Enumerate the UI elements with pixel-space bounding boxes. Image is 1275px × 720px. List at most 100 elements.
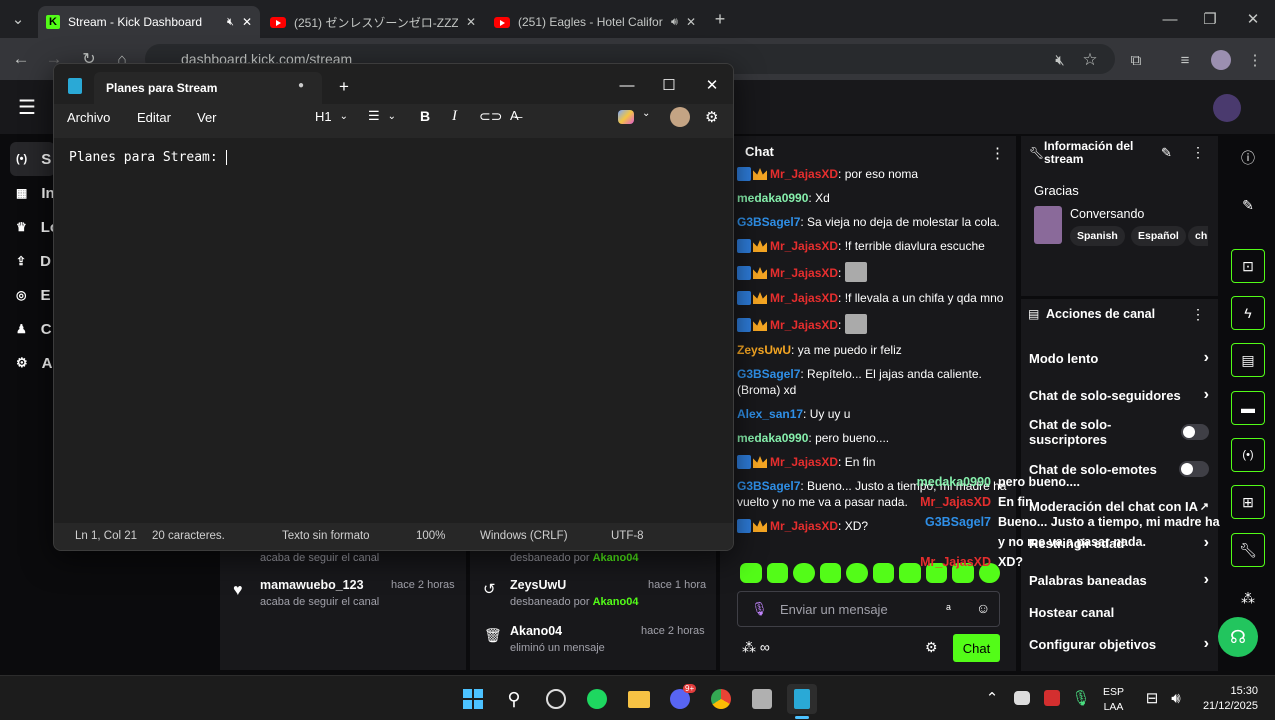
tray-app-icon[interactable] [1044, 690, 1060, 706]
account-avatar[interactable] [670, 107, 690, 127]
chat-username[interactable]: Mr_JajasXD [770, 291, 838, 305]
translate-icon[interactable]: ᵃ [946, 601, 951, 616]
activity-user[interactable]: mamawuebo_123 [260, 578, 364, 592]
support-headset-button[interactable]: ☊ [1218, 617, 1258, 657]
start-button[interactable] [458, 684, 488, 714]
tag-chip[interactable]: Español [1131, 226, 1186, 246]
action-goals[interactable]: Configurar objetivos › [1029, 629, 1209, 659]
chat-username[interactable]: Mr_JajasXD [770, 266, 838, 280]
clock[interactable]: 15:30 21/12/2025 [1198, 684, 1258, 714]
bookmark-star-icon[interactable]: ☆ [1080, 50, 1100, 70]
apps-dots-icon[interactable]: ⁂ [1238, 588, 1258, 608]
keyboard-language[interactable]: ESP LAA [1103, 685, 1124, 715]
sidebar-item-extensions[interactable]: ◎ E [0, 278, 60, 312]
edit-icon[interactable]: ✎ [1238, 195, 1258, 215]
network-icon[interactable]: ⊟ [1143, 689, 1161, 707]
chat-username[interactable]: ZeysUwU [737, 343, 791, 357]
chat-username[interactable]: medaka0990 [737, 431, 808, 445]
menu-edit[interactable]: Editar [137, 110, 171, 125]
chat-username[interactable]: Mr_JajasXD [770, 318, 838, 332]
status-line-ending[interactable]: Windows (CRLF) [480, 530, 568, 542]
sidebar-item-stream[interactable]: (•) S [10, 142, 55, 176]
tag-chip[interactable]: Spanish [1070, 226, 1125, 246]
rail-chat-button[interactable]: ▬ [1231, 391, 1265, 425]
chat-username[interactable]: Mr_JajasXD [770, 455, 838, 469]
rail-broadcast-button[interactable]: (•) [1231, 438, 1265, 472]
taskbar-explorer-button[interactable] [624, 684, 654, 714]
taskbar-app-button[interactable] [747, 684, 777, 714]
chat-username[interactable]: G3BSagel7 [737, 215, 800, 229]
tab-close-icon[interactable]: ✕ [466, 15, 476, 29]
edit-pencil-icon[interactable]: ✎ [1161, 145, 1172, 161]
emote-icon[interactable] [846, 563, 868, 583]
tab-kick-dashboard[interactable]: K Stream - Kick Dashboard 🔇︎ ✕ [38, 6, 260, 38]
emote-icon[interactable] [872, 563, 894, 583]
volume-icon[interactable]: 🔊︎ [1167, 689, 1185, 707]
profile-avatar[interactable] [1211, 50, 1231, 70]
tag-chip[interactable]: ch [1188, 226, 1208, 246]
chat-options-icon[interactable]: ⋮ [990, 144, 1005, 162]
rail-quick-actions-button[interactable]: ϟ [1231, 296, 1265, 330]
back-button[interactable]: ← [10, 49, 32, 69]
clear-format-button[interactable]: A̶ [510, 108, 519, 123]
tray-overflow-icon[interactable]: ⌃ [983, 689, 1001, 707]
emote-icon[interactable] [766, 563, 788, 583]
channel-actions-options-icon[interactable]: ⋮ [1191, 306, 1205, 323]
info-icon[interactable]: ⓘ [1238, 148, 1258, 168]
chat-image-emote[interactable] [844, 262, 867, 282]
chat-username[interactable]: G3BSagel7 [737, 367, 800, 381]
tab-audio-icon[interactable]: 🔊︎ [671, 16, 678, 29]
action-slow-mode[interactable]: Modo lento › [1029, 343, 1209, 373]
chat-settings-gear-icon[interactable]: ⚙ [925, 639, 938, 656]
menu-view[interactable]: Ver [197, 110, 217, 125]
tray-discord-icon[interactable] [1014, 691, 1030, 705]
tab-muted-icon[interactable]: 🔇︎ [227, 16, 234, 29]
taskbar-discord-button[interactable]: 9+ [665, 684, 697, 714]
italic-button[interactable]: I [452, 108, 457, 125]
user-avatar[interactable] [1213, 94, 1241, 122]
unsaved-dot-icon[interactable]: ● [298, 80, 304, 91]
window-minimize-button[interactable]: — [1160, 10, 1180, 28]
taskbar-chrome-button[interactable] [706, 684, 736, 714]
taskbar-search-button[interactable]: ⚲ [499, 684, 529, 714]
list-dropdown[interactable]: ☰ ⌄ [368, 108, 396, 124]
extensions-icon[interactable]: ⧉ [1126, 50, 1146, 70]
notepad-close-button[interactable]: ✕ [702, 75, 722, 95]
copilot-chevron-icon[interactable]: ⌄ [642, 108, 650, 119]
new-tab-button[interactable]: + [710, 9, 730, 29]
status-encoding[interactable]: UTF-8 [611, 530, 644, 542]
tab-eagles[interactable]: (251) Eagles - Hotel Californ 🔊︎ ✕ [486, 6, 704, 38]
modlog-user[interactable]: ZeysUwU [510, 578, 566, 592]
rail-tools-button[interactable]: 🔧︎ [1231, 533, 1265, 567]
tab-zzz[interactable]: (251) ゼンレスゾーンゼロ-ZZZ-公式 ✕ [262, 6, 484, 38]
notepad-editor[interactable]: Planes para Stream: ​ [54, 138, 733, 523]
sidebar-item-dashboard[interactable]: ⇪ D [0, 244, 60, 278]
status-zoom[interactable]: 100% [416, 530, 445, 542]
hamburger-menu-icon[interactable]: ☰ [14, 96, 40, 119]
sidebar-item-settings[interactable]: ⚙ A [0, 346, 60, 380]
rail-screenshot-button[interactable]: ⊡ [1231, 249, 1265, 283]
infinity-points-icon[interactable]: ⁂ ∞ [742, 639, 770, 656]
browser-menu-icon[interactable]: ⋮ [1245, 50, 1265, 70]
link-button[interactable]: ⊂⊃ [479, 108, 502, 125]
chat-username[interactable]: Mr_JajasXD [770, 519, 838, 533]
chat-input[interactable]: 🎙︎ Enviar un mensaje ᵃ ☺ [737, 591, 1000, 627]
media-control-icon[interactable]: ≡ [1175, 50, 1195, 70]
status-format[interactable]: Texto sin formato [282, 530, 370, 542]
taskbar-notepad-button[interactable] [787, 684, 817, 714]
emote-icon[interactable] [819, 563, 841, 583]
window-close-button[interactable]: ✕ [1243, 10, 1263, 28]
menu-file[interactable]: Archivo [67, 110, 110, 125]
chat-username[interactable]: medaka0990 [737, 191, 808, 205]
heading-dropdown[interactable]: H1 ⌄ [315, 109, 348, 124]
chat-image-emote[interactable] [844, 314, 867, 334]
notepad-minimize-button[interactable]: — [617, 75, 637, 95]
emoji-icon[interactable]: ☺ [976, 600, 990, 616]
rail-notes-button[interactable]: ▤ [1231, 343, 1265, 377]
modlog-user[interactable]: Akano04 [510, 624, 562, 638]
subscribers-only-toggle[interactable] [1180, 424, 1209, 440]
chat-username[interactable]: Alex_san17 [737, 407, 803, 421]
category-name[interactable]: Conversando [1070, 207, 1144, 221]
tab-mute-icon[interactable]: 🔇︎ [1050, 50, 1070, 70]
settings-button[interactable]: ⚙ [705, 108, 718, 126]
